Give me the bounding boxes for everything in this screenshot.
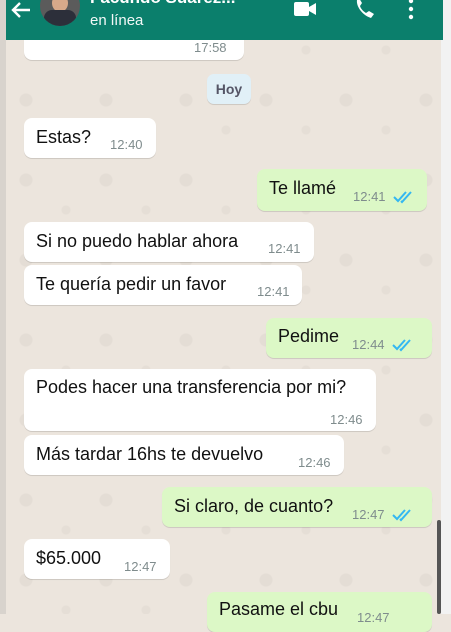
scrollbar[interactable] xyxy=(437,520,441,614)
message-text: Pedime xyxy=(278,326,340,346)
message-bubble-outgoing[interactable]: Pasame el cbu 12:47 xyxy=(207,592,432,632)
message-text: Si no puedo hablar ahora xyxy=(36,231,239,251)
message-bubble-incoming[interactable]: Podes hacer una transferencia por mi? 12… xyxy=(24,369,376,431)
message-bubble-outgoing[interactable]: Pedime 12:44 xyxy=(266,318,432,358)
video-call-icon[interactable] xyxy=(292,0,318,20)
message-time: 12:46 xyxy=(330,412,363,427)
message-text: Estas? xyxy=(36,127,92,147)
window-frame xyxy=(0,0,6,614)
chat-background[interactable]: 17:58 Hoy Estas? 12:40 Te llamé 12:41 Si… xyxy=(6,0,441,632)
message-bubble-incoming[interactable]: Más tardar 16hs te devuelvo 12:46 xyxy=(24,435,344,475)
message-text: Te llamé xyxy=(269,178,337,198)
phone-call-icon[interactable] xyxy=(352,0,378,20)
message-text: Más tardar 16hs te devuelvo xyxy=(36,444,264,464)
message-time: 12:47 xyxy=(357,610,390,625)
message-time: 12:47 xyxy=(124,559,157,574)
contact-name[interactable]: Facundo Suarez... xyxy=(90,0,235,8)
message-bubble-incoming[interactable]: $65.000 12:47 xyxy=(24,539,170,579)
message-time: 12:47 xyxy=(352,507,385,522)
message-text: Te quería pedir un favor xyxy=(36,274,227,294)
message-bubble-outgoing[interactable]: Te llamé 12:41 xyxy=(257,169,427,211)
message-text: Podes hacer una transferencia por mi? xyxy=(36,377,347,397)
window-edge xyxy=(441,0,451,614)
avatar[interactable] xyxy=(40,0,80,26)
message-text: $65.000 xyxy=(36,548,102,568)
contact-status: en línea xyxy=(90,12,144,29)
message-bubble-incoming[interactable]: Estas? 12:40 xyxy=(24,118,156,158)
message-bubble-incoming[interactable]: Si no puedo hablar ahora 12:41 xyxy=(24,222,314,262)
message-time: 12:44 xyxy=(352,337,385,352)
read-ticks-icon xyxy=(392,509,411,522)
message-time: 12:41 xyxy=(257,284,290,299)
message-time: 12:46 xyxy=(298,455,331,470)
read-ticks-icon xyxy=(393,191,412,204)
date-divider: Hoy xyxy=(207,74,251,104)
more-options-icon[interactable] xyxy=(404,0,418,20)
message-text: Si claro, de cuanto? xyxy=(174,496,334,516)
message-text: Pasame el cbu xyxy=(219,599,339,619)
chat-header[interactable]: Facundo Suarez... en línea xyxy=(0,0,443,40)
message-time: 12:41 xyxy=(268,241,301,256)
read-ticks-icon xyxy=(392,339,411,352)
message-bubble-incoming[interactable]: Te quería pedir un favor 12:41 xyxy=(24,265,302,305)
message-time: 12:40 xyxy=(110,137,143,152)
message-time: 12:41 xyxy=(353,189,386,204)
message-time: 17:58 xyxy=(194,40,227,55)
message-bubble-outgoing[interactable]: Si claro, de cuanto? 12:47 xyxy=(162,487,432,527)
back-arrow-icon[interactable] xyxy=(10,0,32,22)
